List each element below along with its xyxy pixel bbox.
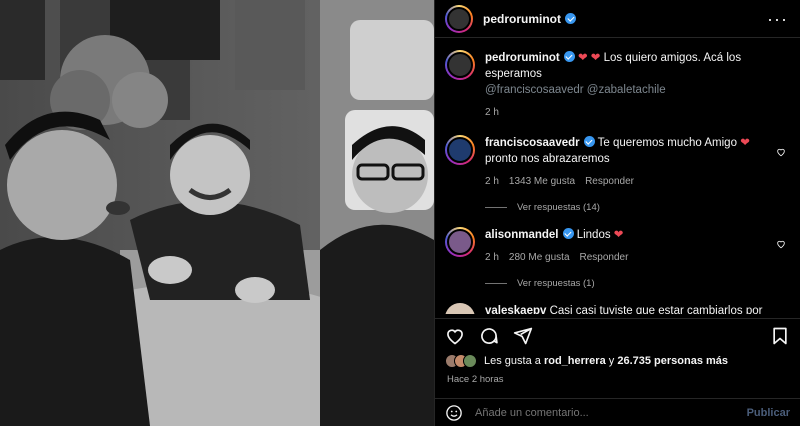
like-heart-icon[interactable] bbox=[445, 326, 465, 346]
red-heart-emoji-icon: ❤ bbox=[740, 137, 750, 149]
like-comment-heart-icon[interactable] bbox=[776, 239, 786, 249]
comment-body: valeskaepv Casi casi tuviste que estar c… bbox=[485, 303, 786, 314]
comment-body: franciscosaavedr Te queremos mucho Amigo… bbox=[485, 135, 786, 190]
commenter-avatar[interactable] bbox=[445, 135, 475, 165]
verified-badge-icon bbox=[565, 12, 576, 24]
publish-button[interactable]: Publicar bbox=[747, 407, 790, 419]
verified-badge-icon bbox=[563, 51, 575, 62]
comment-username[interactable]: franciscosaavedr bbox=[485, 137, 580, 149]
comment-input[interactable] bbox=[475, 406, 747, 419]
caption-body: pedroruminot ❤ ❤ Los quiero amigos. Acá … bbox=[485, 50, 786, 121]
caption: pedroruminot ❤ ❤ Los quiero amigos. Acá … bbox=[445, 50, 786, 121]
comment-likes[interactable]: 280 Me gusta bbox=[509, 250, 570, 266]
liker-avatars bbox=[445, 354, 477, 368]
likes-count[interactable]: 26.735 personas más bbox=[617, 355, 728, 367]
share-paper-plane-icon[interactable] bbox=[513, 326, 533, 346]
instagram-post: pedroruminot ··· pedroruminot ❤ ❤ Los qu… bbox=[0, 0, 800, 426]
commenter-avatar[interactable] bbox=[445, 303, 475, 314]
reply-button[interactable]: Responder bbox=[580, 250, 629, 266]
commenter-avatar[interactable] bbox=[445, 227, 475, 257]
likes-user[interactable]: rod_herrera bbox=[544, 355, 606, 367]
caption-time: 2 h bbox=[485, 107, 499, 118]
author-username-text[interactable]: pedroruminot bbox=[483, 12, 561, 26]
comment-body: alisonmandel Lindos ❤ 2 h 280 Me gusta R… bbox=[485, 227, 786, 266]
comment-username[interactable]: valeskaepv bbox=[485, 305, 546, 314]
comment-meta: 2 h 280 Me gusta Responder bbox=[485, 250, 768, 266]
save-bookmark-icon[interactable] bbox=[770, 326, 790, 346]
like-comment-heart-icon[interactable] bbox=[776, 147, 786, 157]
view-replies[interactable]: Ver respuestas (14) bbox=[485, 202, 786, 213]
view-replies[interactable]: Ver respuestas (1) bbox=[485, 278, 786, 289]
caption-username[interactable]: pedroruminot bbox=[485, 52, 560, 64]
comment-text: Te queremos mucho Amigo bbox=[597, 137, 737, 149]
verified-badge-icon bbox=[583, 136, 595, 147]
more-options-icon[interactable]: ··· bbox=[767, 10, 788, 28]
caption-mentions[interactable]: @franciscosaavedr @zabaletachile bbox=[485, 84, 666, 96]
likes-conj: y bbox=[608, 355, 615, 367]
view-replies-label[interactable]: Ver respuestas (14) bbox=[517, 202, 600, 213]
comment-username[interactable]: alisonmandel bbox=[485, 229, 559, 241]
replies-divider bbox=[485, 207, 507, 208]
author-avatar[interactable] bbox=[445, 4, 473, 33]
comment-item: alisonmandel Lindos ❤ 2 h 280 Me gusta R… bbox=[445, 227, 786, 266]
comment-meta: 2 h 1343 Me gusta Responder bbox=[485, 174, 768, 190]
verified-badge-icon bbox=[562, 228, 574, 239]
red-heart-emoji-icon: ❤ ❤ bbox=[577, 52, 601, 64]
comment-text-cont: pronto nos abrazaremos bbox=[485, 153, 610, 165]
comment-likes[interactable]: 1343 Me gusta bbox=[509, 174, 575, 190]
post-photo[interactable] bbox=[0, 0, 434, 426]
author-username[interactable]: pedroruminot bbox=[483, 12, 576, 26]
comment-bubble-icon[interactable] bbox=[479, 326, 499, 346]
comment-time: 2 h bbox=[485, 176, 499, 187]
comment-item: franciscosaavedr Te queremos mucho Amigo… bbox=[445, 135, 786, 190]
post-actions bbox=[435, 318, 800, 352]
reply-button[interactable]: Responder bbox=[585, 174, 634, 190]
view-replies-label[interactable]: Ver respuestas (1) bbox=[517, 278, 595, 289]
likes-prefix: Les gusta a bbox=[484, 355, 541, 367]
post-side-panel: pedroruminot ··· pedroruminot ❤ ❤ Los qu… bbox=[434, 0, 800, 426]
liker-avatar bbox=[463, 354, 477, 368]
comments-list[interactable]: pedroruminot ❤ ❤ Los quiero amigos. Acá … bbox=[435, 38, 800, 314]
caption-avatar[interactable] bbox=[445, 50, 475, 80]
post-header: pedroruminot ··· bbox=[435, 0, 800, 38]
emoji-icon[interactable] bbox=[445, 404, 463, 422]
add-comment-bar: Publicar bbox=[435, 398, 800, 426]
replies-divider bbox=[485, 283, 507, 284]
comment-item: valeskaepv Casi casi tuviste que estar c… bbox=[445, 303, 786, 314]
post-timestamp[interactable]: Hace 2 horas bbox=[447, 374, 504, 385]
likes-summary[interactable]: Les gusta a rod_herrera y 26.735 persona… bbox=[445, 354, 790, 368]
red-heart-emoji-icon: ❤ bbox=[613, 229, 624, 241]
comment-text: Lindos bbox=[576, 229, 611, 241]
comment-time: 2 h bbox=[485, 252, 499, 263]
post-image bbox=[0, 0, 434, 426]
caption-meta: 2 h bbox=[485, 105, 768, 121]
